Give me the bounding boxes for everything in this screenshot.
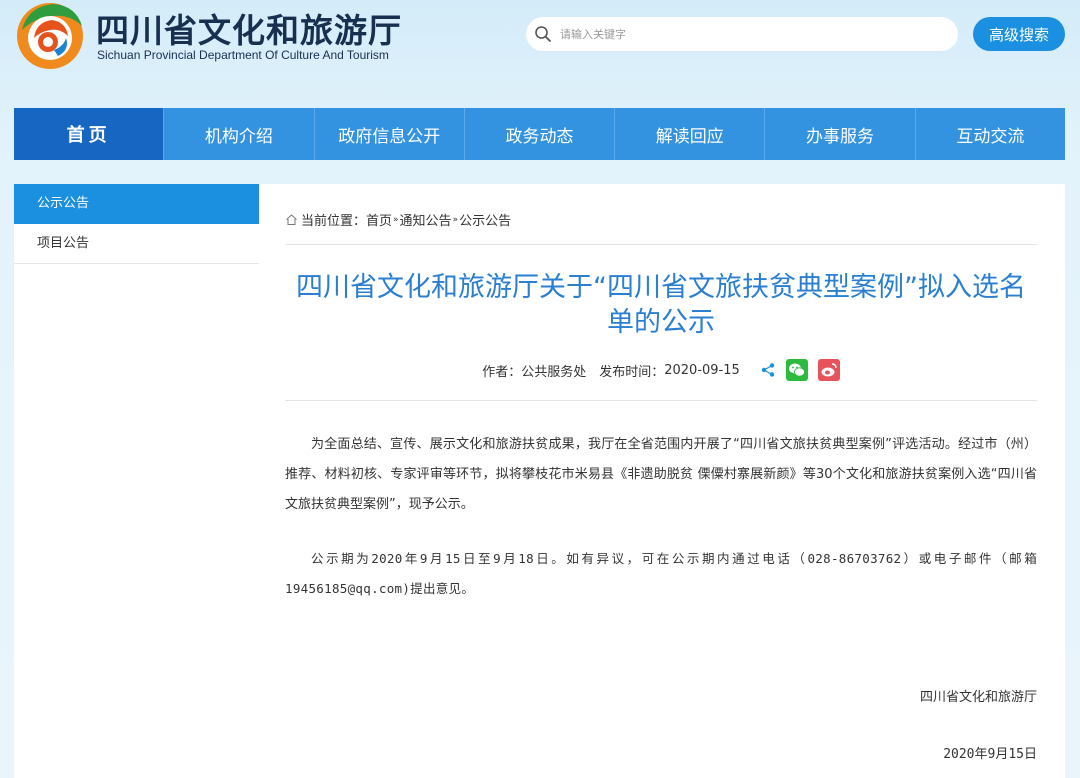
weibo-icon[interactable] [817, 359, 840, 381]
article-title: 四川省文化和旅游厅关于“四川省文旅扶贫典型案例”拟入选名单的公示 [296, 272, 1026, 338]
breadcrumb-separator: » [393, 214, 399, 225]
site-logo[interactable] [14, 0, 86, 70]
signature-date: 2020年9月15日 [943, 747, 1037, 762]
search-input[interactable] [558, 26, 922, 42]
divider [285, 244, 1037, 245]
breadcrumb-prefix: 当前位置： [301, 214, 367, 229]
wechat-icon[interactable] [785, 359, 808, 381]
share-icon[interactable] [760, 362, 776, 378]
nav-item-services[interactable]: 办事服务 [764, 108, 914, 160]
home-icon [286, 214, 297, 225]
publish-label: 发布时间： [599, 364, 665, 380]
nav-item-news[interactable]: 政务动态 [463, 108, 614, 160]
article-author: 作者：公共服务处 [482, 364, 587, 380]
main-nav: 首页 机构介绍 政府信息公开 政务动态 解读回应 办事服务 互动交流 [14, 108, 1065, 160]
site-title: 四川省文化和旅游厅 [96, 11, 402, 50]
divider [285, 400, 1037, 401]
breadcrumb: 当前位置： 首页 » 通知公告 » 公示公告 [285, 210, 511, 229]
article-body: 为全面总结、宣传、展示文化和旅游扶贫成果，我厅在全省范围内开展了“四川省文旅扶贫… [285, 430, 1037, 604]
search-icon[interactable] [534, 25, 552, 43]
article-paragraph: 为全面总结、宣传、展示文化和旅游扶贫成果，我厅在全省范围内开展了“四川省文旅扶贫… [285, 437, 1037, 512]
sidebar-item-project-announcements[interactable]: 项目公告 [14, 224, 259, 264]
breadcrumb-home[interactable]: 首页 [366, 210, 392, 229]
publish-date: 2020-09-15 [664, 362, 740, 378]
search-box [526, 17, 958, 51]
nav-item-home[interactable]: 首页 [14, 108, 164, 160]
breadcrumb-notices[interactable]: 通知公告 [400, 210, 452, 229]
article-meta: 作者：公共服务处 发布时间： 2020-09-15 [285, 359, 1037, 381]
sidebar: 公示公告 项目公告 [14, 184, 259, 778]
nav-item-about[interactable]: 机构介绍 [163, 108, 313, 160]
site-subtitle: Sichuan Provincial Department Of Culture… [97, 48, 389, 62]
nav-item-interpretation[interactable]: 解读回应 [614, 108, 764, 160]
nav-item-gov-info[interactable]: 政府信息公开 [313, 108, 464, 160]
signature-org: 四川省文化和旅游厅 [919, 690, 1037, 705]
article-panel: 当前位置： 首页 » 通知公告 » 公示公告 四川省文化和旅游厅关于“四川省文旅… [259, 184, 1065, 778]
article-paragraph: 公示期为2020年9月15日至9月18日。如有异议，可在公示期内通过电话（028… [285, 551, 1037, 596]
sidebar-item-announcements[interactable]: 公示公告 [14, 184, 259, 224]
advanced-search-button[interactable]: 高级搜索 [973, 17, 1065, 51]
breadcrumb-separator: » [452, 214, 459, 225]
breadcrumb-announcements[interactable]: 公示公告 [459, 210, 511, 229]
nav-item-interaction[interactable]: 互动交流 [914, 108, 1065, 160]
